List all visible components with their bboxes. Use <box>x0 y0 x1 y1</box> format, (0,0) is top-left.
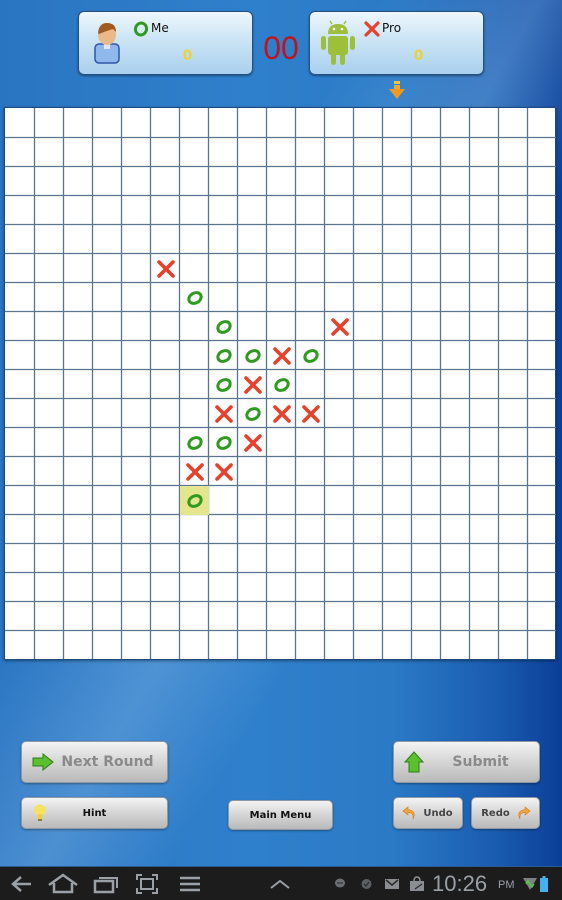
board-cell-o[interactable] <box>180 486 209 515</box>
x-mark-icon <box>301 404 320 423</box>
lightbulb-icon <box>34 804 46 821</box>
messenger-icon <box>361 879 372 889</box>
board-cell-x[interactable] <box>151 254 180 283</box>
timer: 00 <box>263 30 299 66</box>
o-mark-icon <box>215 348 232 363</box>
board-cell-o[interactable] <box>209 312 238 341</box>
board-cell-x[interactable] <box>238 370 267 399</box>
game-board[interactable] <box>4 107 556 660</box>
menu-icon[interactable] <box>178 873 202 895</box>
hint-button[interactable]: Hint <box>21 797 168 829</box>
x-mark-icon <box>272 404 291 423</box>
o-mark-icon <box>215 435 232 450</box>
o-mark-icon <box>215 377 232 392</box>
player-score-me: 0 <box>182 48 193 64</box>
board-cell-o[interactable] <box>267 370 296 399</box>
board-cell-o[interactable] <box>209 370 238 399</box>
recent-apps-icon[interactable] <box>93 873 119 895</box>
o-mark-icon <box>273 377 290 392</box>
board-cell-x[interactable] <box>209 399 238 428</box>
x-mark-icon <box>156 259 175 278</box>
o-mark-icon <box>215 319 232 334</box>
board-cell-o[interactable] <box>296 341 325 370</box>
redo-arrow-icon <box>518 806 531 820</box>
main-menu-button[interactable]: Main Menu <box>228 800 333 830</box>
board-cell-x[interactable] <box>209 457 238 486</box>
player-card-pro: Pro 0 <box>309 11 484 75</box>
board-cell-o[interactable] <box>238 399 267 428</box>
chat-icon <box>335 878 345 888</box>
main-menu-label: Main Menu <box>249 809 312 821</box>
back-icon[interactable] <box>10 873 34 895</box>
system-navigation-bar: 10:26 PM <box>0 866 562 900</box>
board-cell-o[interactable] <box>209 428 238 457</box>
o-mark-icon <box>186 435 203 450</box>
arrow-right-icon <box>32 753 54 771</box>
next-round-button[interactable]: Next Round <box>21 741 168 783</box>
board-cell-o[interactable] <box>180 283 209 312</box>
board-cell-x[interactable] <box>267 341 296 370</box>
board-cell-x[interactable] <box>267 399 296 428</box>
board-cell-x[interactable] <box>296 399 325 428</box>
clock-ampm: PM <box>498 879 515 891</box>
x-mark-icon <box>185 462 204 481</box>
clock-time: 10:26 <box>432 871 488 896</box>
board-cell-o[interactable] <box>238 341 267 370</box>
x-mark-icon <box>243 433 262 452</box>
undo-arrow-icon <box>402 806 415 820</box>
board-cell-x[interactable] <box>238 428 267 457</box>
submit-label: Submit <box>452 754 509 770</box>
x-mark-icon <box>214 462 233 481</box>
market-icon <box>410 876 424 891</box>
x-mark-icon <box>364 21 380 37</box>
player-name-pro: Pro <box>382 21 402 35</box>
wifi-icon <box>523 878 537 890</box>
player-card-me: Me 0 <box>78 11 253 75</box>
x-mark-icon <box>243 375 262 394</box>
o-mark-icon <box>186 493 203 508</box>
hint-label: Hint <box>82 807 107 819</box>
x-mark-icon <box>330 317 349 336</box>
undo-button[interactable]: Undo <box>393 797 463 829</box>
x-mark-icon <box>272 346 291 365</box>
turn-indicator-arrow-icon <box>389 81 405 99</box>
screenshot-icon[interactable] <box>135 873 159 895</box>
x-mark-icon <box>214 404 233 423</box>
player-score-pro: 0 <box>413 48 424 64</box>
o-mark-icon <box>244 406 261 421</box>
board-cell-o[interactable] <box>180 428 209 457</box>
redo-button[interactable]: Redo <box>471 797 540 829</box>
o-mark-icon <box>186 290 203 305</box>
o-mark-icon <box>133 21 149 37</box>
submit-button[interactable]: Submit <box>393 741 540 783</box>
battery-icon <box>540 876 548 892</box>
arrow-up-icon <box>404 751 424 773</box>
expand-up-icon[interactable] <box>268 873 292 895</box>
board-cell-o[interactable] <box>209 341 238 370</box>
gmail-icon <box>385 879 399 889</box>
home-icon[interactable] <box>47 873 79 895</box>
board-cell-x[interactable] <box>180 457 209 486</box>
board-cell-x[interactable] <box>325 312 354 341</box>
o-mark-icon <box>302 348 319 363</box>
player-name-me: Me <box>151 21 169 35</box>
o-mark-icon <box>244 348 261 363</box>
